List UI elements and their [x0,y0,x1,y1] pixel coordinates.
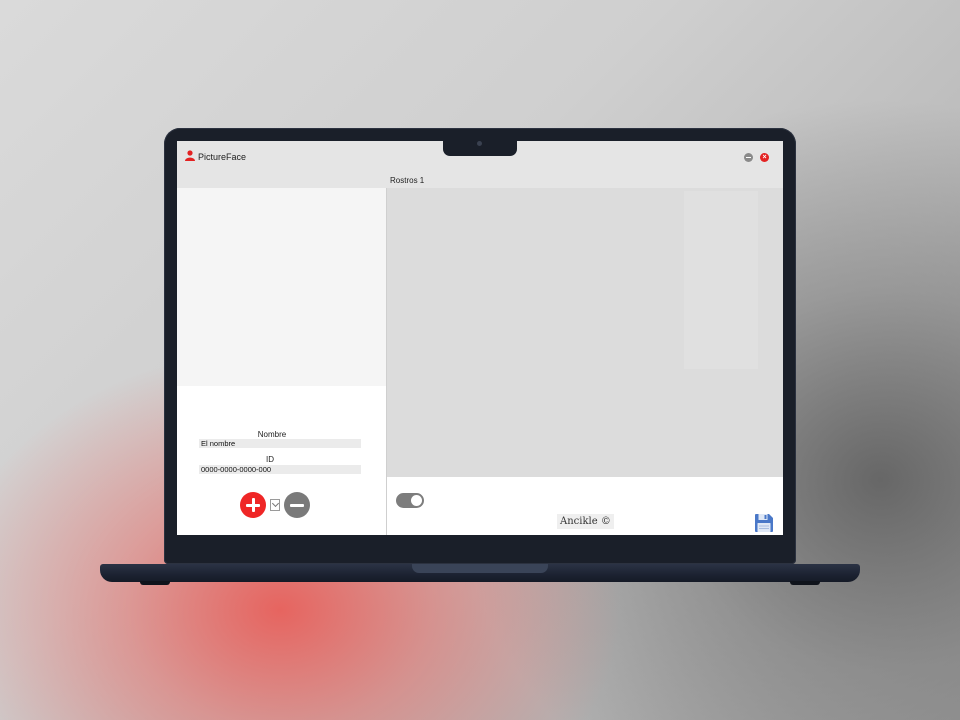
id-label: ID [266,455,274,464]
laptop-hinge-groove [412,564,548,573]
options-dropdown[interactable] [270,499,280,511]
laptop-foot [140,581,170,585]
camera-icon [477,141,482,146]
tab-rostros[interactable]: Rostros 1 [390,176,424,185]
preview-ghost-image [684,191,758,369]
app-title: PictureFace [198,152,247,162]
minimize-icon[interactable] [744,153,753,162]
id-field[interactable]: 0000-0000-0000-000 [199,465,361,474]
app-window: PictureFace × Rostros 1 Nombre El nombre… [177,141,783,535]
mode-toggle[interactable] [396,493,424,508]
add-face-button[interactable] [240,492,266,518]
remove-face-button[interactable] [284,492,310,518]
faces-list[interactable] [177,188,386,386]
toggle-knob [411,495,422,506]
tab-bar [177,172,783,188]
save-icon[interactable] [754,513,774,533]
close-icon[interactable]: × [760,153,769,162]
nombre-label: Nombre [257,430,287,439]
chevron-down-icon [271,499,279,508]
nombre-field[interactable]: El nombre [199,439,361,448]
user-icon [185,150,195,161]
laptop-foot [790,581,820,585]
credit-label: Ancikle © [557,514,614,529]
